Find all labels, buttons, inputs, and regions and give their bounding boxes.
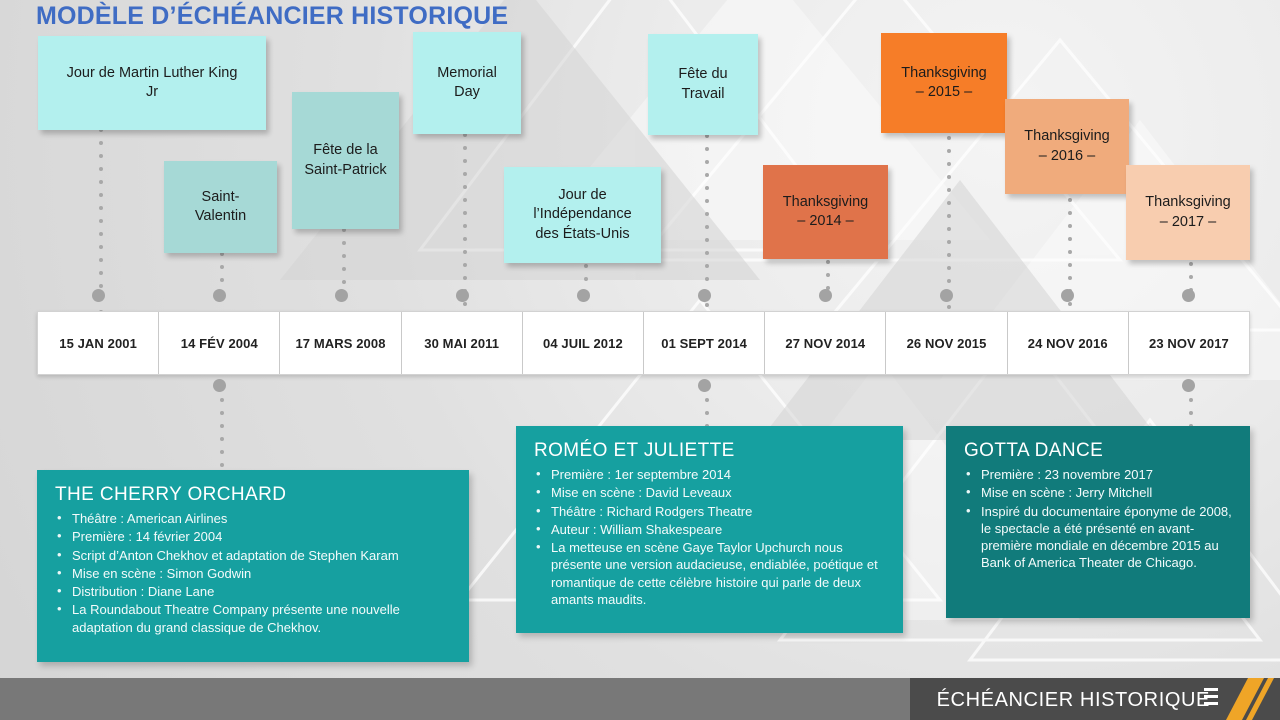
event-card-line: Memorial [437, 64, 497, 81]
event-card[interactable]: Jour de Martin Luther King Jr [38, 36, 266, 130]
panel-bullet: La metteuse en scène Gaye Taylor Upchurc… [534, 538, 887, 608]
timeline-pin [213, 379, 226, 392]
event-card[interactable]: Fête du Travail [648, 34, 758, 135]
event-card[interactable]: Jour de l’Indépendance des États-Unis [504, 167, 661, 263]
timeline-pin [819, 289, 832, 302]
panel-bullet-list: Théâtre : American Airlines Première : 1… [55, 509, 453, 636]
date-cell[interactable]: 23 NOV 2017 [1129, 312, 1249, 374]
detail-panel[interactable]: GOTTA DANCE Première : 23 novembre 2017 … [946, 426, 1250, 618]
detail-panel[interactable]: ROMÉO ET JULIETTE Première : 1er septemb… [516, 426, 903, 633]
event-card[interactable]: Thanksgiving – 2017 – [1126, 165, 1250, 260]
panel-bullet: La Roundabout Theatre Company présente u… [55, 600, 453, 636]
timeline-pin [213, 289, 226, 302]
date-cell[interactable]: 04 JUIL 2012 [523, 312, 645, 374]
event-card-line: Thanksgiving [1145, 194, 1231, 211]
timeline-date-strip: 15 JAN 2001 14 FÉV 2004 17 MARS 2008 30 … [37, 311, 1250, 375]
panel-bullet: Mise en scène : Jerry Mitchell [964, 483, 1234, 501]
timeline-pin [698, 379, 711, 392]
timeline-pin [1061, 289, 1074, 302]
timeline-pin [456, 289, 469, 302]
date-cell[interactable]: 17 MARS 2008 [280, 312, 402, 374]
panel-heading: ROMÉO ET JULIETTE [534, 440, 735, 461]
panel-bullet: Première : 1er septembre 2014 [534, 465, 887, 483]
date-cell[interactable]: 24 NOV 2016 [1008, 312, 1129, 374]
timeline-pin [1182, 289, 1195, 302]
timeline-pin [577, 289, 590, 302]
event-card-line: Thanksgiving [901, 64, 987, 81]
timeline-pin [335, 289, 348, 302]
event-card-line: Day [454, 84, 480, 100]
panel-bullet-list: Première : 23 novembre 2017 Mise en scèn… [964, 465, 1234, 572]
event-card-line: des États-Unis [535, 225, 630, 242]
event-card-line: Fête de la [313, 142, 378, 159]
event-card[interactable]: Memorial Day [413, 32, 521, 134]
event-card-line: – 2016 – [1038, 147, 1096, 164]
timeline-pin [940, 289, 953, 302]
event-card[interactable]: Thanksgiving – 2014 – [763, 165, 888, 259]
panel-bullet: Théâtre : American Airlines [55, 509, 453, 527]
slide-canvas: MODÈLE D’ÉCHÉANCIER HISTORIQUE Jour de M… [0, 0, 1280, 720]
event-card-line: Jr [145, 84, 159, 100]
panel-bullet: Distribution : Diane Lane [55, 582, 453, 600]
menu-lines-icon [1204, 688, 1218, 709]
event-card-line: Thanksgiving [782, 193, 869, 210]
timeline-pin [1182, 379, 1195, 392]
footer-title: ÉCHÉANCIER HISTORIQUE [936, 689, 1210, 711]
date-cell[interactable]: 15 JAN 2001 [38, 312, 160, 374]
event-card-line: Saint-Patrick [304, 161, 387, 178]
event-card-line: – 2014 – [797, 213, 854, 229]
event-card-line: Saint- [201, 188, 240, 205]
timeline-pin [698, 289, 711, 302]
panel-heading: GOTTA DANCE [964, 440, 1104, 461]
panel-bullet: Première : 14 février 2004 [55, 527, 453, 545]
event-card[interactable]: Thanksgiving – 2015 – [881, 33, 1007, 133]
event-card-line: Travail [681, 85, 725, 102]
panel-bullet: Théâtre : Richard Rodgers Theatre [534, 502, 887, 520]
connector-dots [97, 128, 104, 336]
timeline-pin [92, 289, 105, 302]
date-cell[interactable]: 26 NOV 2015 [886, 312, 1008, 374]
date-cell[interactable]: 01 SEPT 2014 [644, 312, 766, 374]
event-card-line: Thanksgiving [1024, 128, 1110, 145]
panel-bullet: Auteur : William Shakespeare [534, 520, 887, 538]
panel-bullet: Inspiré du documentaire éponyme de 2008,… [964, 502, 1234, 572]
page-title: MODÈLE D’ÉCHÉANCIER HISTORIQUE [36, 2, 509, 30]
detail-panel[interactable]: THE CHERRY ORCHARD Théâtre : American Ai… [37, 470, 469, 662]
event-card[interactable]: Saint- Valentin [164, 161, 277, 253]
event-card[interactable]: Fête de la Saint-Patrick [292, 92, 399, 229]
panel-bullet: Mise en scène : Simon Godwin [55, 564, 453, 582]
event-card[interactable]: Thanksgiving – 2016 – [1005, 99, 1129, 194]
date-cell[interactable]: 30 MAI 2011 [402, 312, 523, 374]
event-card-line: Valentin [194, 208, 247, 224]
panel-heading: THE CHERRY ORCHARD [55, 484, 287, 505]
event-card-line: Jour de Martin Luther King [66, 64, 238, 81]
event-card-line: Fête du [678, 66, 728, 83]
connector-dots [582, 264, 589, 290]
panel-bullet: Première : 23 novembre 2017 [964, 465, 1234, 483]
date-cell[interactable]: 27 NOV 2014 [765, 312, 887, 374]
event-card-line: – 2015 – [915, 84, 973, 100]
event-card-line: l’Indépendance [533, 206, 632, 223]
accent-slash-icon [1220, 678, 1274, 720]
date-cell[interactable]: 14 FÉV 2004 [159, 312, 281, 374]
event-card-line: Jour de [558, 187, 607, 204]
connector-dots [218, 252, 225, 291]
panel-bullet: Mise en scène : David Leveaux [534, 483, 887, 501]
panel-bullet-list: Première : 1er septembre 2014 Mise en sc… [534, 465, 887, 608]
event-card-line: – 2017 – [1159, 213, 1217, 230]
panel-bullet: Script d’Anton Chekhov et adaptation de … [55, 546, 453, 564]
